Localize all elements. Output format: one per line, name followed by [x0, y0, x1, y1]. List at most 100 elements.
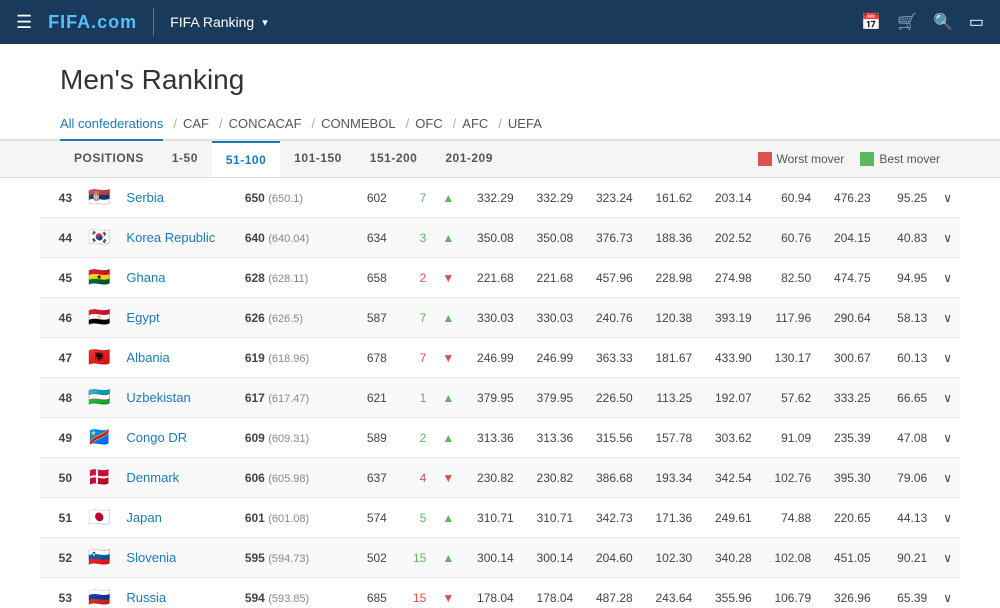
rank-number: 50 — [40, 458, 80, 498]
conf-tab-uefa[interactable]: UEFA — [508, 108, 542, 139]
country-flag: 🇷🇺 — [88, 587, 110, 607]
col6: 102.08 — [760, 538, 819, 578]
col2: 178.04 — [522, 578, 581, 608]
col3: 315.56 — [581, 418, 640, 458]
pos-tab-positions[interactable]: POSITIONS — [60, 141, 158, 177]
worst-mover-icon — [758, 152, 772, 166]
col4: 161.62 — [641, 178, 700, 218]
expand-button[interactable]: ∨ — [935, 458, 960, 498]
country-name[interactable]: Russia — [126, 590, 166, 605]
col6: 91.09 — [760, 418, 819, 458]
col1: 313.36 — [462, 418, 521, 458]
flag-cell: 🇷🇺 — [80, 578, 118, 608]
conf-tab-caf[interactable]: CAF — [183, 108, 209, 139]
expand-button[interactable]: ∨ — [935, 218, 960, 258]
col8: 66.65 — [879, 378, 936, 418]
expand-button[interactable]: ∨ — [935, 298, 960, 338]
country-name-cell[interactable]: Uzbekistan — [118, 378, 236, 418]
col3: 363.33 — [581, 338, 640, 378]
rank-number: 46 — [40, 298, 80, 338]
country-name[interactable]: Korea Republic — [126, 230, 215, 245]
country-name-cell[interactable]: Ghana — [118, 258, 236, 298]
country-flag: 🇩🇰 — [88, 467, 110, 487]
col2: 330.03 — [522, 298, 581, 338]
col5: 433.90 — [700, 338, 759, 378]
arrow-up-icon: ▲ — [442, 191, 454, 205]
col5: 274.98 — [700, 258, 759, 298]
prev-points: 589 — [338, 418, 394, 458]
rank-number: 45 — [40, 258, 80, 298]
calendar-icon[interactable]: 📅 — [861, 12, 881, 32]
country-name[interactable]: Japan — [126, 510, 161, 525]
expand-button[interactable]: ∨ — [935, 258, 960, 298]
flag-cell: 🇨🇩 — [80, 418, 118, 458]
conf-tab-afc[interactable]: AFC — [462, 108, 488, 139]
col6: 60.76 — [760, 218, 819, 258]
col6: 60.94 — [760, 178, 819, 218]
country-name-cell[interactable]: Albania — [118, 338, 236, 378]
col2: 300.14 — [522, 538, 581, 578]
country-name[interactable]: Uzbekistan — [126, 390, 190, 405]
pos-tab-101-150[interactable]: 101-150 — [280, 141, 356, 177]
country-name[interactable]: Congo DR — [126, 430, 187, 445]
pos-tab-1-50[interactable]: 1-50 — [158, 141, 212, 177]
expand-button[interactable]: ∨ — [935, 498, 960, 538]
expand-button[interactable]: ∨ — [935, 578, 960, 608]
arrow-down-icon: ▼ — [442, 471, 454, 485]
rank-number: 48 — [40, 378, 80, 418]
country-name[interactable]: Slovenia — [126, 550, 176, 565]
points-main: 650 (650.1) — [237, 178, 339, 218]
conf-tab-ofc[interactable]: OFC — [415, 108, 442, 139]
country-name[interactable]: Egypt — [126, 310, 159, 325]
cart-icon[interactable]: 🛒 — [897, 12, 917, 32]
conf-tab-concacaf[interactable]: CONCACAF — [229, 108, 302, 139]
change-number: 5 — [395, 498, 435, 538]
col1: 330.03 — [462, 298, 521, 338]
table-row: 48 🇺🇿 Uzbekistan 617 (617.47) 621 1 ▲ 37… — [40, 378, 960, 418]
col4: 171.36 — [641, 498, 700, 538]
pos-tab-51-100[interactable]: 51-100 — [212, 141, 280, 177]
points-main: 628 (628.11) — [237, 258, 339, 298]
col8: 90.21 — [879, 538, 936, 578]
user-icon[interactable]: ▭ — [969, 12, 984, 32]
country-flag: 🇰🇷 — [88, 227, 110, 247]
country-name-cell[interactable]: Serbia — [118, 178, 236, 218]
country-name-cell[interactable]: Congo DR — [118, 418, 236, 458]
country-name[interactable]: Denmark — [126, 470, 179, 485]
country-name-cell[interactable]: Japan — [118, 498, 236, 538]
col3: 386.68 — [581, 458, 640, 498]
conf-tab-all[interactable]: All confederations — [60, 108, 163, 141]
pos-tab-151-200[interactable]: 151-200 — [356, 141, 432, 177]
change-number: 2 — [395, 258, 435, 298]
expand-button[interactable]: ∨ — [935, 378, 960, 418]
conf-tab-conmebol[interactable]: CONMEBOL — [321, 108, 395, 139]
table-row: 52 🇸🇮 Slovenia 595 (594.73) 502 15 ▲ 300… — [40, 538, 960, 578]
prev-points: 574 — [338, 498, 394, 538]
col2: 379.95 — [522, 378, 581, 418]
search-icon[interactable]: 🔍 — [933, 12, 953, 32]
expand-button[interactable]: ∨ — [935, 178, 960, 218]
fifa-logo: FIFA.com — [48, 12, 137, 33]
country-name-cell[interactable]: Denmark — [118, 458, 236, 498]
country-name[interactable]: Ghana — [126, 270, 165, 285]
pos-tab-201-209[interactable]: 201-209 — [431, 141, 507, 177]
col5: 192.07 — [700, 378, 759, 418]
country-name[interactable]: Albania — [126, 350, 169, 365]
country-name-cell[interactable]: Korea Republic — [118, 218, 236, 258]
header-nav[interactable]: FIFA Ranking ▾ — [170, 14, 268, 30]
country-name-cell[interactable]: Russia — [118, 578, 236, 608]
rank-number: 43 — [40, 178, 80, 218]
expand-button[interactable]: ∨ — [935, 418, 960, 458]
country-name-cell[interactable]: Slovenia — [118, 538, 236, 578]
col1: 310.71 — [462, 498, 521, 538]
legend: Worst mover Best mover — [758, 152, 940, 166]
country-name[interactable]: Serbia — [126, 190, 164, 205]
expand-button[interactable]: ∨ — [935, 338, 960, 378]
rank-number: 49 — [40, 418, 80, 458]
country-flag: 🇺🇿 — [88, 387, 110, 407]
prev-points: 602 — [338, 178, 394, 218]
country-name-cell[interactable]: Egypt — [118, 298, 236, 338]
expand-button[interactable]: ∨ — [935, 538, 960, 578]
col1: 221.68 — [462, 258, 521, 298]
menu-icon[interactable]: ☰ — [16, 12, 32, 33]
